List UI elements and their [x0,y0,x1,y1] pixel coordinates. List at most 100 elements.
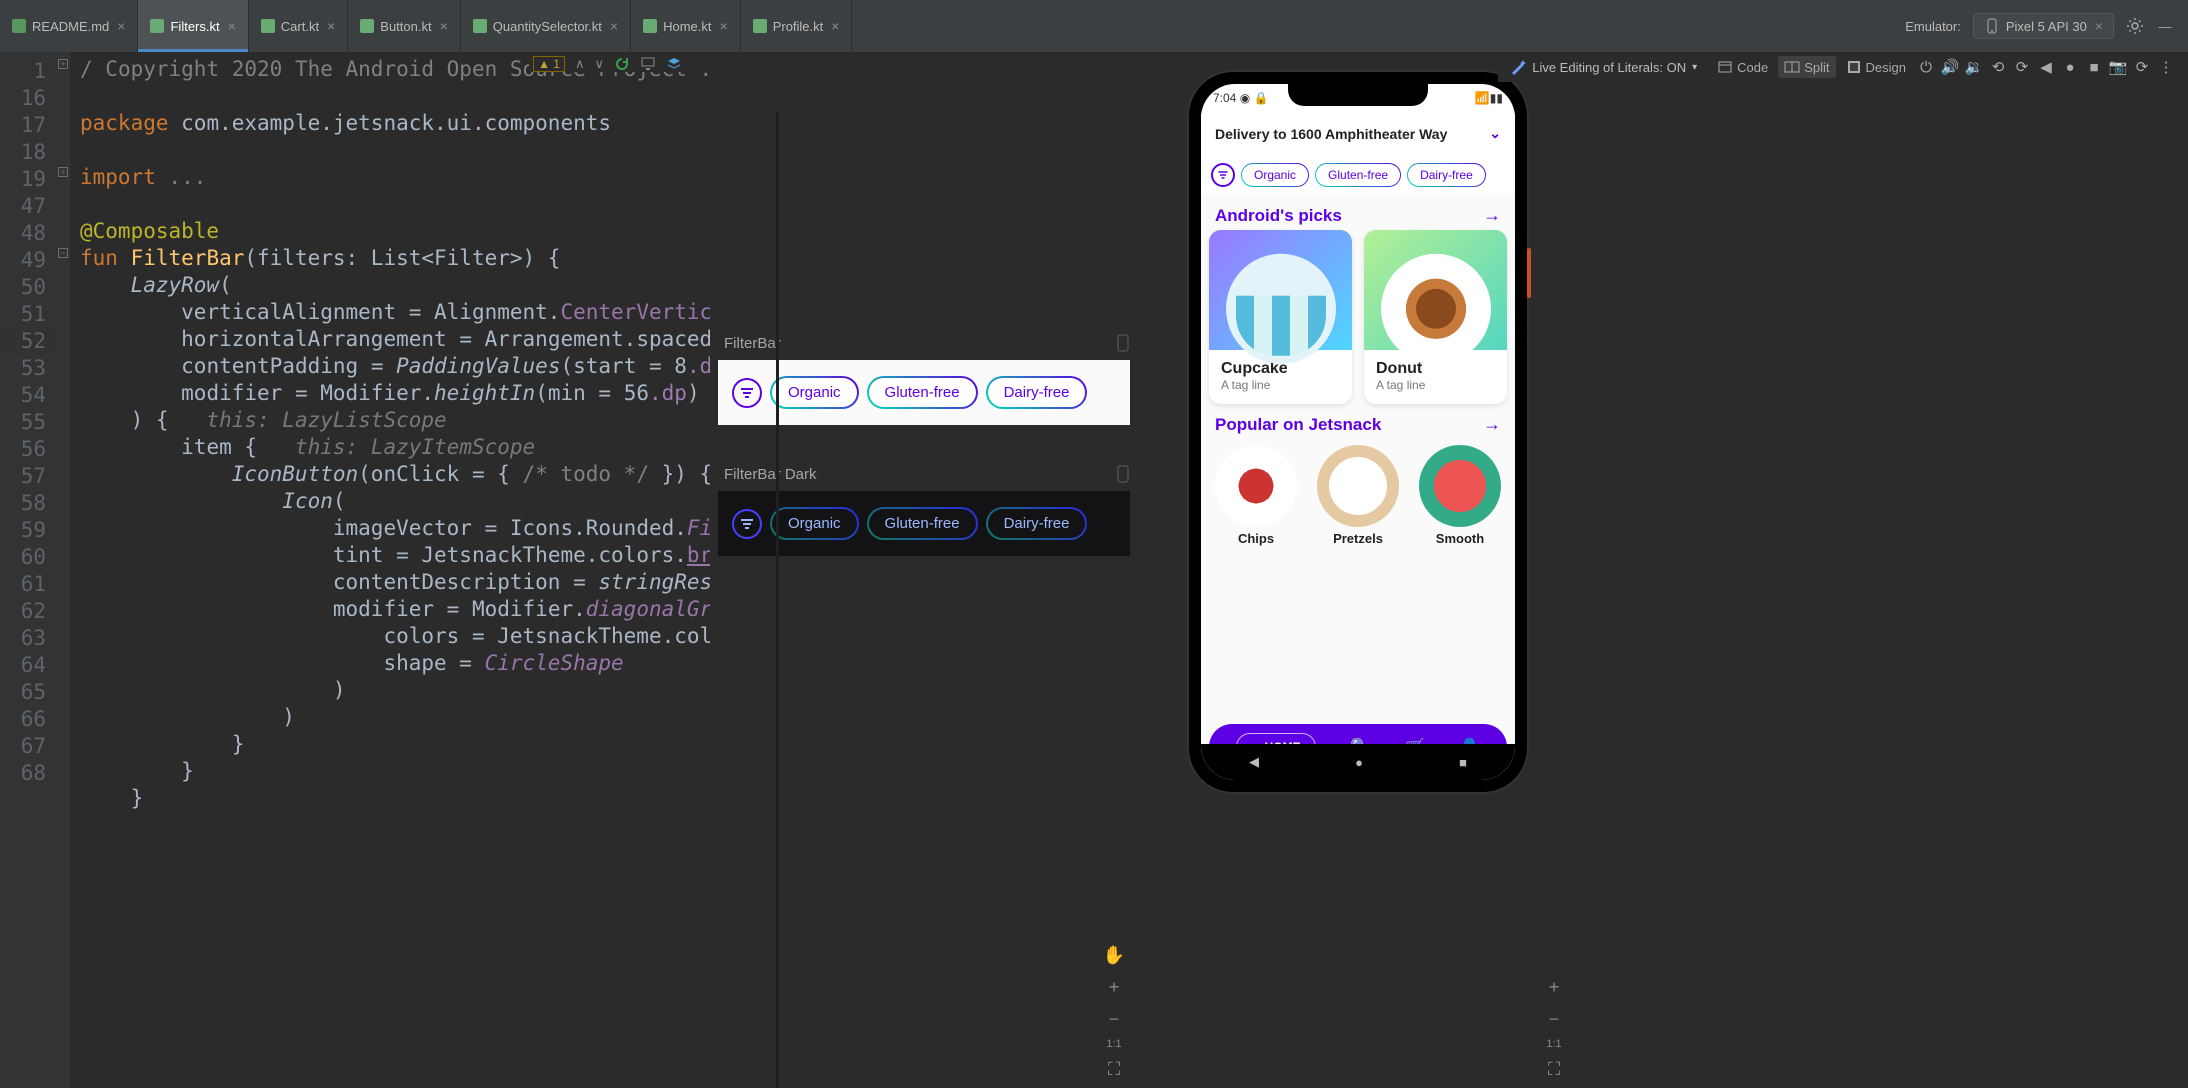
popular-item[interactable]: Smooth [1419,445,1501,546]
system-nav-bar: ◀ ● ■ [1201,744,1515,780]
warning-badge[interactable]: ▲ 1 [533,56,565,72]
section-title: Android's picks [1215,206,1342,226]
popular-image [1317,445,1399,527]
arrow-right-icon[interactable]: → [1483,205,1501,226]
overview-nav-icon[interactable]: ■ [2084,59,2104,76]
pane-divider[interactable] [776,112,779,1088]
pan-icon[interactable]: ✋ [1101,942,1127,968]
chip-dairyfree[interactable]: Dairy-free [986,376,1088,409]
layers-icon[interactable] [666,56,682,72]
sysnav-recent-icon[interactable]: ■ [1459,755,1467,770]
inspection-widget: ▲ 1 ∧ ∨ [529,56,696,72]
file-icon [753,19,767,33]
mode-code[interactable]: Code [1711,56,1774,78]
popular-row[interactable]: Chips Pretzels Smooth [1201,439,1515,550]
tab-home[interactable]: Home.kt× [631,0,741,52]
battery-icon: ▮ [1496,91,1503,105]
tab-bar: README.md× Filters.kt× Cart.kt× Button.k… [0,0,2188,52]
chip-organic[interactable]: Organic [1241,163,1309,187]
close-icon[interactable]: × [440,18,448,34]
fold-marker[interactable]: + [58,59,68,69]
chip-organic[interactable]: Organic [770,376,859,409]
filter-row: Organic Gluten-free Dairy-free [1201,155,1515,195]
tab-label: QuantitySelector.kt [493,19,602,34]
volume-up-icon[interactable]: 🔊 [1940,58,1960,76]
next-issue-icon[interactable]: ∨ [594,56,604,72]
filter-list-icon[interactable] [1211,163,1235,187]
close-icon[interactable]: × [831,18,839,34]
refresh-icon[interactable]: ⟳ [2132,58,2152,76]
device-icon[interactable] [640,56,656,72]
live-edit-toggle[interactable]: Live Editing of Literals: ON ▾ [1510,59,1697,75]
tab-qtysel[interactable]: QuantitySelector.kt × [461,0,631,52]
chip-dairyfree[interactable]: Dairy-free [1407,163,1486,187]
gear-icon[interactable] [2126,17,2144,35]
prev-issue-icon[interactable]: ∧ [575,56,585,72]
popular-item[interactable]: Pretzels [1317,445,1399,546]
back-nav-icon[interactable]: ◀ [2036,58,2056,76]
arrow-right-icon[interactable]: → [1483,414,1501,435]
power-icon[interactable]: ⏻ [1916,59,1936,76]
emulator-pane: 7:04 ◉ 🔒 📶▮▮ Delivery to 1600 Amphitheat… [1138,52,1578,1088]
volume-down-icon[interactable]: 🔉 [1964,58,1984,76]
filter-list-icon[interactable] [732,509,762,539]
zoom-fit-icon[interactable]: ⛶ [1541,1056,1567,1082]
zoom-fit-icon[interactable]: ⛶ [1101,1056,1127,1082]
close-icon[interactable]: × [228,18,236,34]
fold-marker[interactable]: + [58,167,68,177]
delivery-bar[interactable]: Delivery to 1600 Amphitheater Way ⌄ [1201,112,1515,155]
more-icon[interactable]: ⋮ [2156,58,2176,76]
emulator-device-select[interactable]: Pixel 5 API 30 × [1973,13,2114,39]
code-content[interactable]: / Copyright 2020 The Android Open Source… [70,52,710,812]
snack-card-donut[interactable]: DonutA tag line [1364,230,1507,404]
phone-screen[interactable]: 7:04 ◉ 🔒 📶▮▮ Delivery to 1600 Amphitheat… [1201,84,1515,780]
zoom-in-icon[interactable]: + [1101,974,1127,1000]
code-editor[interactable]: ▲ 1 ∧ ∨ ✔ / Copyright 2020 The Android O… [70,52,710,1088]
tab-label: Button.kt [380,19,431,34]
chip-glutenfree[interactable]: Gluten-free [1315,163,1401,187]
snack-card-cupcake[interactable]: CupcakeA tag line [1209,230,1352,404]
zoom-ratio[interactable]: 1:1 [1546,1038,1561,1050]
screenshot-icon[interactable]: 📷 [2108,58,2128,76]
chip-organic[interactable]: Organic [770,507,859,540]
zoom-in-icon[interactable]: + [1541,974,1567,1000]
filter-list-icon[interactable] [732,378,762,408]
tab-filters[interactable]: Filters.kt× [138,0,248,52]
close-icon[interactable]: × [327,18,335,34]
device-close-icon[interactable]: × [2095,18,2103,34]
rotate-left-icon[interactable]: ⟲ [1988,58,2008,76]
chip-dairyfree[interactable]: Dairy-free [986,507,1088,540]
home-nav-icon[interactable]: ● [2060,59,2080,76]
mode-design[interactable]: Design [1840,56,1912,78]
tab-readme[interactable]: README.md× [0,0,138,52]
preview-device-icon[interactable] [1116,334,1130,352]
file-icon [12,19,26,33]
close-icon[interactable]: × [610,18,618,34]
close-icon[interactable]: × [117,18,125,34]
chevron-down-icon: ⌄ [1489,125,1501,142]
file-icon [643,19,657,33]
line-gutter: 1 16 17 18 19 47 48 49 50 51 52 53 54 55… [0,52,56,1088]
delivery-label: Delivery to 1600 Amphitheater Way [1215,126,1447,142]
jetsnack-app: Delivery to 1600 Amphitheater Way ⌄ Orga… [1201,112,1515,780]
zoom-ratio[interactable]: 1:1 [1106,1038,1121,1050]
zoom-out-icon[interactable]: − [1541,1006,1567,1032]
preview-device-icon[interactable] [1116,465,1130,483]
sysnav-back-icon[interactable]: ◀ [1249,754,1259,770]
refresh-preview-icon[interactable] [614,56,630,72]
chip-glutenfree[interactable]: Gluten-free [867,507,978,540]
chip-glutenfree[interactable]: Gluten-free [867,376,978,409]
sysnav-home-icon[interactable]: ● [1355,755,1363,770]
close-icon[interactable]: × [720,18,728,34]
zoom-out-icon[interactable]: − [1101,1006,1127,1032]
card-row[interactable]: CupcakeA tag line DonutA tag line [1201,230,1515,404]
popular-item[interactable]: Chips [1215,445,1297,546]
tab-button[interactable]: Button.kt × [348,0,461,52]
minimize-icon[interactable]: — [2156,19,2174,34]
mode-split[interactable]: Split [1778,56,1835,78]
fold-marker[interactable]: − [58,248,68,258]
phone-power-button [1527,248,1531,298]
tab-profile[interactable]: Profile.kt× [741,0,853,52]
tab-cart[interactable]: Cart.kt× [249,0,348,52]
rotate-right-icon[interactable]: ⟳ [2012,58,2032,76]
